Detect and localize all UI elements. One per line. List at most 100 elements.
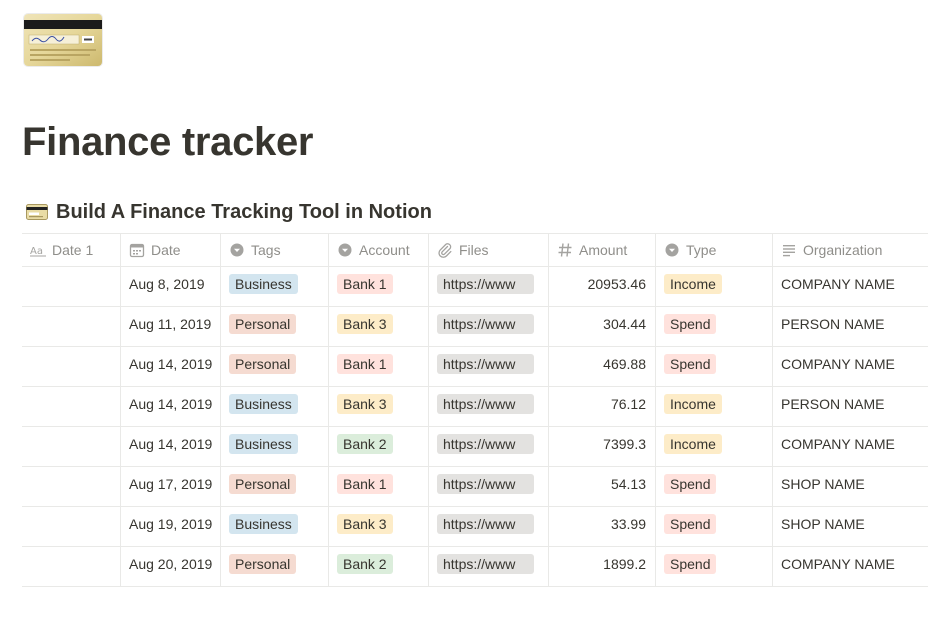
column-header-type[interactable]: Type — [656, 234, 773, 266]
database-title-text: Build A Finance Tracking Tool in Notion — [56, 200, 432, 223]
account-pill: Bank 1 — [337, 274, 393, 294]
files-cell[interactable]: https://www — [429, 267, 549, 306]
tags-cell[interactable]: Business — [221, 387, 329, 426]
organization-cell[interactable]: PERSON NAME — [773, 387, 928, 426]
account-cell[interactable]: Bank 1 — [329, 267, 429, 306]
organization-cell[interactable]: COMPANY NAME — [773, 347, 928, 386]
date-cell[interactable]: Aug 11, 2019 — [121, 307, 221, 346]
tags-cell[interactable]: Personal — [221, 347, 329, 386]
files-cell[interactable]: https://www — [429, 507, 549, 546]
type-cell[interactable]: Spend — [656, 507, 773, 546]
date-cell[interactable]: Aug 17, 2019 — [121, 467, 221, 506]
tags-cell[interactable]: Personal — [221, 467, 329, 506]
amount-cell[interactable]: 304.44 — [549, 307, 656, 346]
organization-cell[interactable]: COMPANY NAME — [773, 267, 928, 306]
table-row[interactable]: Aug 11, 2019 Personal Bank 3 https://www 304… — [22, 307, 928, 347]
amount-cell[interactable]: 469.88 — [549, 347, 656, 386]
svg-text:Aa: Aa — [30, 246, 43, 257]
table-row[interactable]: Aug 14, 2019 Business Bank 2 https://www 739… — [22, 427, 928, 467]
table-row[interactable]: Aug 14, 2019 Personal Bank 1 https://www 469… — [22, 347, 928, 387]
date1-cell[interactable] — [22, 387, 121, 426]
column-header-files[interactable]: Files — [429, 234, 549, 266]
account-cell[interactable]: Bank 1 — [329, 467, 429, 506]
file-link[interactable]: https://www — [437, 314, 534, 334]
file-link[interactable]: https://www — [437, 354, 534, 374]
date-cell[interactable]: Aug 14, 2019 — [121, 427, 221, 466]
tags-cell[interactable]: Business — [221, 507, 329, 546]
type-cell[interactable]: Spend — [656, 467, 773, 506]
amount-value: 20953.46 — [587, 276, 646, 292]
files-cell[interactable]: https://www — [429, 347, 549, 386]
table-row[interactable]: Aug 17, 2019 Personal Bank 1 https://www 54.… — [22, 467, 928, 507]
type-cell[interactable]: Income — [656, 267, 773, 306]
file-link[interactable]: https://www — [437, 434, 534, 454]
organization-cell[interactable]: PERSON NAME — [773, 307, 928, 346]
file-link[interactable]: https://www — [437, 554, 534, 574]
type-cell[interactable]: Income — [656, 387, 773, 426]
database-title[interactable]: Build A Finance Tracking Tool in Notion — [26, 198, 432, 226]
date1-cell[interactable] — [22, 307, 121, 346]
column-header-account[interactable]: Account — [329, 234, 429, 266]
amount-cell[interactable]: 54.13 — [549, 467, 656, 506]
tags-cell[interactable]: Personal — [221, 307, 329, 346]
table-row[interactable]: Aug 19, 2019 Business Bank 3 https://www 33.… — [22, 507, 928, 547]
file-link[interactable]: https://www — [437, 474, 534, 494]
text-lines-icon — [781, 242, 797, 258]
files-cell[interactable]: https://www — [429, 547, 549, 586]
date1-cell[interactable] — [22, 547, 121, 586]
file-link[interactable]: https://www — [437, 394, 534, 414]
type-cell[interactable]: Income — [656, 427, 773, 466]
organization-cell[interactable]: COMPANY NAME — [773, 547, 928, 586]
files-cell[interactable]: https://www — [429, 427, 549, 466]
date-cell[interactable]: Aug 14, 2019 — [121, 347, 221, 386]
date1-cell[interactable] — [22, 347, 121, 386]
amount-cell[interactable]: 7399.3 — [549, 427, 656, 466]
organization-cell[interactable]: SHOP NAME — [773, 507, 928, 546]
column-header-date[interactable]: Date — [121, 234, 221, 266]
amount-cell[interactable]: 20953.46 — [549, 267, 656, 306]
type-cell[interactable]: Spend — [656, 547, 773, 586]
table-row[interactable]: Aug 8, 2019 Business Bank 1 https://www 2095… — [22, 267, 928, 307]
amount-cell[interactable]: 76.12 — [549, 387, 656, 426]
file-link[interactable]: https://www — [437, 514, 534, 534]
account-cell[interactable]: Bank 3 — [329, 307, 429, 346]
date-cell[interactable]: Aug 14, 2019 — [121, 387, 221, 426]
date-cell[interactable]: Aug 8, 2019 — [121, 267, 221, 306]
column-header-organization[interactable]: Organization — [773, 234, 928, 266]
date-cell[interactable]: Aug 19, 2019 — [121, 507, 221, 546]
table-row[interactable]: Aug 14, 2019 Business Bank 3 https://www 76.… — [22, 387, 928, 427]
organization-value: SHOP NAME — [781, 476, 865, 492]
files-cell[interactable]: https://www — [429, 307, 549, 346]
files-cell[interactable]: https://www — [429, 387, 549, 426]
column-header-tags[interactable]: Tags — [221, 234, 329, 266]
type-cell[interactable]: Spend — [656, 347, 773, 386]
organization-value: COMPANY NAME — [781, 276, 895, 292]
account-cell[interactable]: Bank 2 — [329, 547, 429, 586]
amount-cell[interactable]: 1899.2 — [549, 547, 656, 586]
select-chevron-icon — [664, 242, 680, 258]
type-cell[interactable]: Spend — [656, 307, 773, 346]
organization-cell[interactable]: COMPANY NAME — [773, 427, 928, 466]
account-cell[interactable]: Bank 2 — [329, 427, 429, 466]
tags-cell[interactable]: Business — [221, 427, 329, 466]
table-row[interactable]: Aug 20, 2019 Personal Bank 2 https://www 189… — [22, 547, 928, 587]
date1-cell[interactable] — [22, 467, 121, 506]
column-header-label: Amount — [579, 242, 628, 258]
date1-cell[interactable] — [22, 267, 121, 306]
date1-cell[interactable] — [22, 507, 121, 546]
date1-cell[interactable] — [22, 427, 121, 466]
account-cell[interactable]: Bank 3 — [329, 387, 429, 426]
column-header-date1[interactable]: Aa Date 1 — [22, 234, 121, 266]
tags-cell[interactable]: Business — [221, 267, 329, 306]
column-header-amount[interactable]: Amount — [549, 234, 656, 266]
tags-cell[interactable]: Personal — [221, 547, 329, 586]
organization-cell[interactable]: SHOP NAME — [773, 467, 928, 506]
files-cell[interactable]: https://www — [429, 467, 549, 506]
page-cover-credit-card-icon[interactable] — [24, 14, 102, 66]
file-link[interactable]: https://www — [437, 274, 534, 294]
date-cell[interactable]: Aug 20, 2019 — [121, 547, 221, 586]
account-cell[interactable]: Bank 3 — [329, 507, 429, 546]
page-title[interactable]: Finance tracker — [22, 116, 314, 168]
amount-cell[interactable]: 33.99 — [549, 507, 656, 546]
account-cell[interactable]: Bank 1 — [329, 347, 429, 386]
